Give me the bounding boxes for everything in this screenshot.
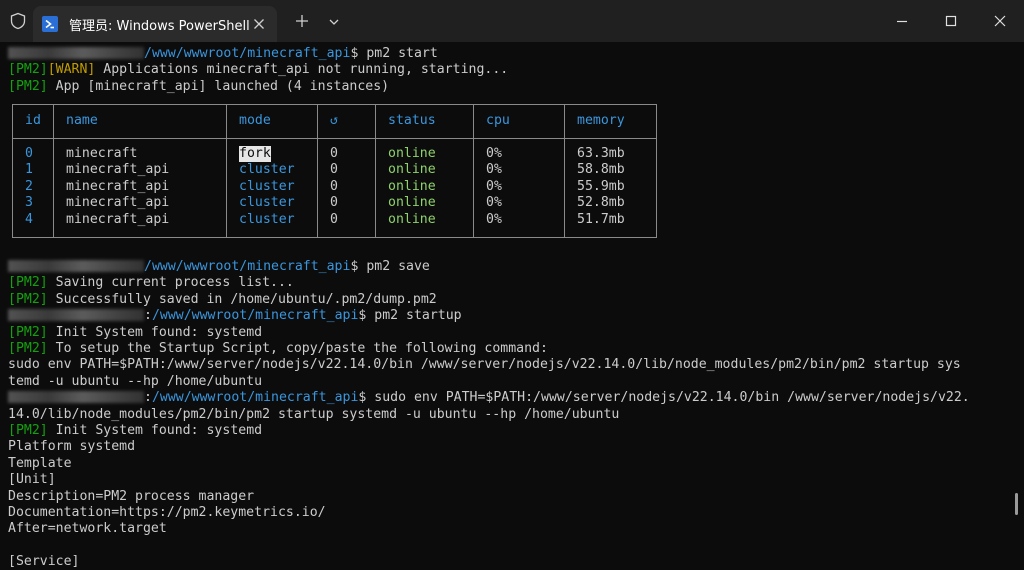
scrollbar-thumb[interactable] <box>1015 493 1018 515</box>
terminal-line: :/www/wwwroot/minecraft_api$ pm2 startup <box>8 308 970 324</box>
cell-cpu: 0% <box>486 162 502 178</box>
cell-memory: 63.3mb <box>577 146 625 161</box>
col-header-name: name <box>66 113 98 128</box>
plus-icon[interactable] <box>294 13 310 29</box>
table-divider <box>53 105 54 237</box>
cell-cpu: 0% <box>486 195 502 211</box>
col-header-cpu: cpu <box>486 113 510 128</box>
cell-id: 3 <box>25 195 33 211</box>
redacted-user <box>8 309 144 322</box>
col-header-id: id <box>25 113 41 128</box>
col-header-memory: memory <box>577 113 625 128</box>
cell-cpu: 0% <box>486 211 502 227</box>
table-divider <box>473 105 474 237</box>
cell-name: minecraft_api <box>66 211 170 227</box>
col-header-mode: mode <box>239 113 271 128</box>
terminal-line: Documentation=https://pm2.keymetrics.io/ <box>8 504 326 520</box>
terminal-line: [Service] <box>8 554 80 570</box>
terminal-line: sudo env PATH=$PATH:/www/server/nodejs/v… <box>8 357 961 373</box>
cell-mode: fork <box>239 146 271 163</box>
close-icon[interactable] <box>990 11 1010 31</box>
minimize-icon[interactable] <box>892 11 912 31</box>
tab-powershell[interactable]: 管理员: Windows PowerShell <box>33 6 277 42</box>
terminal-line: Description=PM2 process manager <box>8 488 255 504</box>
terminal-output[interactable]: /www/wwwroot/minecraft_api$ pm2 start [P… <box>0 42 1014 570</box>
cell-memory: 51.7mb <box>577 211 625 227</box>
terminal-line: /www/wwwroot/minecraft_api$ pm2 save <box>8 259 970 275</box>
cell-status: online <box>388 211 436 227</box>
cell-mode: cluster <box>239 162 295 178</box>
cell-id: 1 <box>25 162 33 178</box>
cell-status: online <box>388 162 436 178</box>
terminal-line: [PM2] Init System found: systemd <box>8 324 263 340</box>
terminal-line: :/www/wwwroot/minecraft_api$ sudo env PA… <box>8 390 970 406</box>
shield-icon <box>10 12 26 30</box>
cell-name: minecraft_api <box>66 195 170 211</box>
col-header-status: status <box>388 113 436 128</box>
terminal-line: Platform systemd <box>8 439 136 455</box>
terminal-line: After=network.target <box>8 521 167 537</box>
terminal-line: temd -u ubuntu --hp /home/ubuntu <box>8 373 263 389</box>
cell-status: online <box>388 195 436 211</box>
cell-status: online <box>388 146 436 161</box>
cell-id: 4 <box>25 211 33 227</box>
terminal-line: [PM2] To setup the Startup Script, copy/… <box>8 341 548 357</box>
cell-memory: 58.8mb <box>577 162 625 178</box>
cell-name: minecraft_api <box>66 162 170 178</box>
title-bar: 管理员: Windows PowerShell <box>0 0 1024 42</box>
terminal-line: /www/wwwroot/minecraft_api$ pm2 start <box>8 46 970 62</box>
cell-mode: cluster <box>239 178 295 194</box>
terminal-line: Template <box>8 455 72 471</box>
cell-restarts: 0 <box>330 195 338 211</box>
cell-cpu: 0% <box>486 178 502 194</box>
tab-title: 管理员: Windows PowerShell <box>69 19 250 34</box>
terminal-line: 14.0/lib/node_modules/pm2/bin/pm2 startu… <box>8 406 620 422</box>
maximize-icon[interactable] <box>941 11 961 31</box>
cell-mode: cluster <box>239 211 295 227</box>
table-divider <box>317 105 318 237</box>
chevron-down-icon[interactable] <box>327 15 341 29</box>
cell-status: online <box>388 178 436 194</box>
table-divider <box>13 138 656 139</box>
col-header-restarts: ↺ <box>330 113 338 128</box>
powershell-icon <box>42 16 58 32</box>
cell-restarts: 0 <box>330 146 338 161</box>
terminal-line: [PM2] Successfully saved in /home/ubuntu… <box>8 291 437 307</box>
cell-restarts: 0 <box>330 162 338 178</box>
table-divider <box>226 105 227 237</box>
terminal-line: [PM2] Saving current process list... <box>8 275 294 291</box>
cell-memory: 55.9mb <box>577 178 625 194</box>
cell-mode: cluster <box>239 195 295 211</box>
redacted-user <box>8 260 144 273</box>
terminal-line: [Unit] <box>8 472 56 488</box>
terminal-line: [PM2][WARN] Applications minecraft_api n… <box>8 62 509 78</box>
cell-cpu: 0% <box>486 146 502 161</box>
cell-restarts: 0 <box>330 178 338 194</box>
pm2-process-table: id name mode ↺ status cpu memory 0 minec… <box>12 104 657 238</box>
table-divider <box>375 105 376 237</box>
terminal-line: [PM2] Init System found: systemd <box>8 422 263 438</box>
terminal-line: [PM2] App [minecraft_api] launched (4 in… <box>8 78 390 94</box>
table-divider <box>564 105 565 237</box>
close-icon[interactable] <box>251 16 267 32</box>
cell-name: minecraft_api <box>66 178 170 194</box>
cell-memory: 52.8mb <box>577 195 625 211</box>
cell-id: 0 <box>25 146 33 161</box>
cell-restarts: 0 <box>330 211 338 227</box>
redacted-user <box>8 391 144 404</box>
cell-id: 2 <box>25 178 33 194</box>
redacted-user <box>8 47 144 59</box>
cell-name: minecraft <box>66 146 138 161</box>
